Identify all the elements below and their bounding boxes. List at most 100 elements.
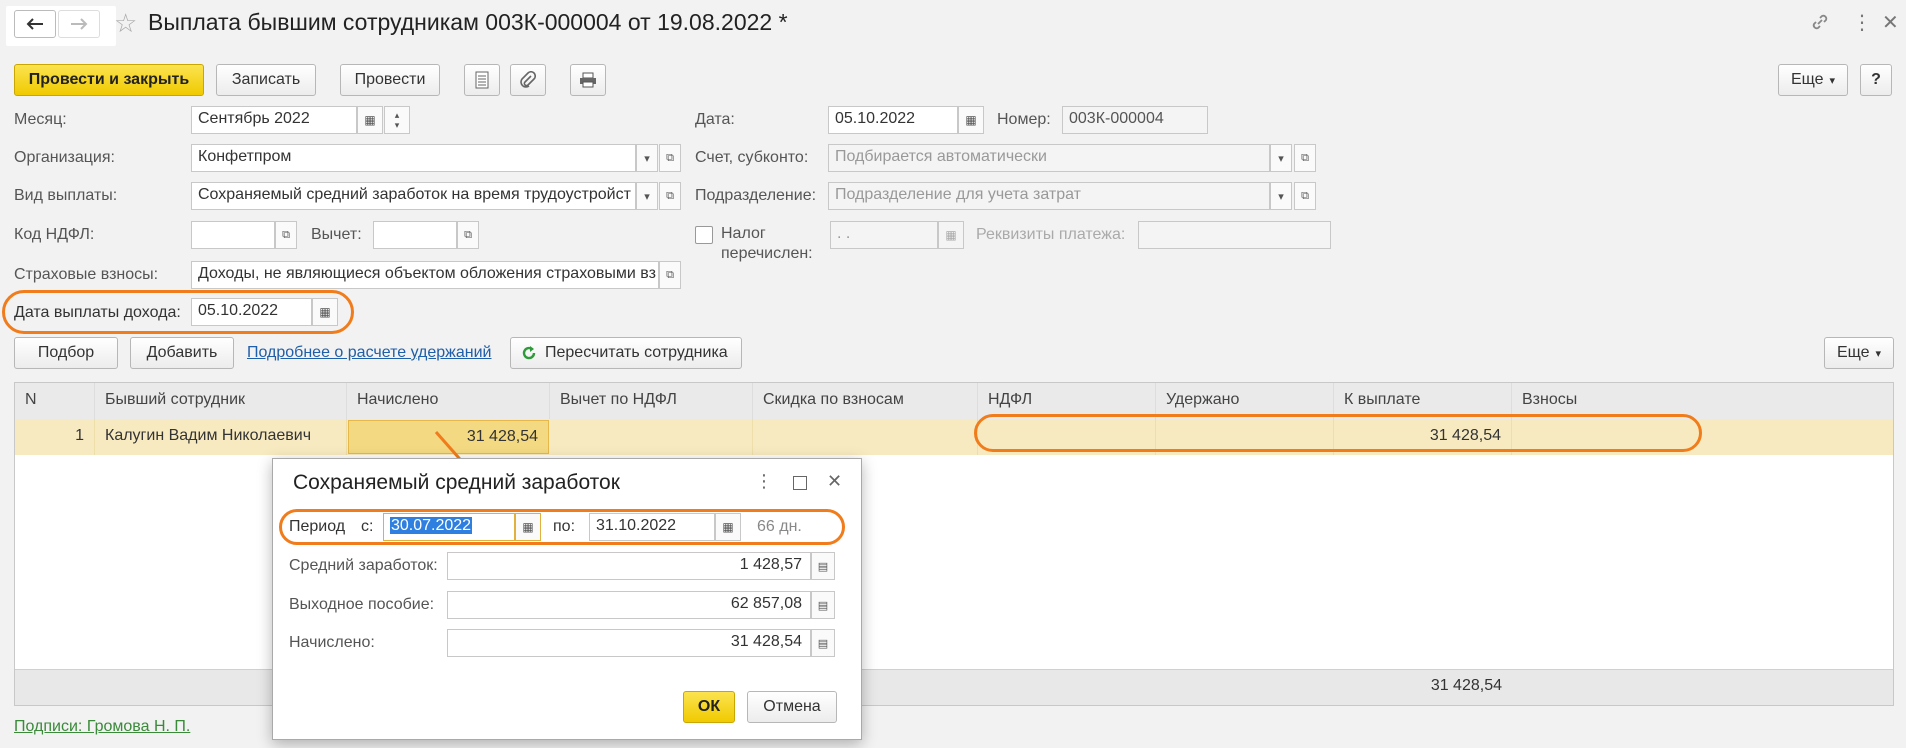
month-field[interactable]: Сентябрь 2022 (191, 106, 357, 134)
ndfl-code-label: Код НДФЛ: (14, 226, 95, 243)
cell-n[interactable]: 1 (15, 419, 95, 455)
post-button[interactable]: Провести (340, 64, 440, 96)
retention-details-link[interactable]: Подробнее о расчете удержаний (247, 344, 492, 362)
cancel-button[interactable]: Отмена (747, 691, 837, 723)
dialog-accrued-label: Начислено: (289, 634, 375, 651)
income-date-field[interactable]: 05.10.2022 (191, 298, 312, 326)
calendar-icon[interactable]: ▦ (515, 513, 541, 541)
dialog-close-icon[interactable]: ✕ (827, 471, 842, 492)
tax-paid-date-field[interactable]: . . (830, 221, 938, 249)
period-from-value: 30.07.2022 (390, 517, 473, 534)
open-icon[interactable]: ⧉ (659, 261, 681, 289)
period-label: Период (289, 518, 346, 535)
payment-details-label: Реквизиты платежа: (976, 226, 1126, 243)
recalculate-label: Пересчитать сотрудника (545, 344, 728, 361)
organization-field[interactable]: Конфетпром (191, 144, 636, 172)
close-icon[interactable]: ✕ (1882, 10, 1899, 35)
column-header-contribution-discount[interactable]: Скидка по взносам (753, 383, 978, 419)
more-menu-icon[interactable]: ⋮ (1852, 10, 1872, 35)
print-button[interactable] (570, 64, 606, 96)
maximize-icon[interactable] (793, 476, 807, 490)
help-button[interactable]: ? (1860, 64, 1892, 96)
income-date-label: Дата выплаты дохода: (14, 304, 181, 321)
favorite-star-icon[interactable]: ☆ (114, 10, 137, 36)
account-field[interactable]: Подбирается автоматически (828, 144, 1270, 172)
chevron-down-icon: ▾ (1875, 347, 1882, 360)
number-label: Номер: (997, 111, 1051, 128)
paperclip-icon (520, 71, 536, 88)
dropdown-arrow-icon[interactable]: ▾ (636, 182, 658, 210)
period-to-field[interactable]: 31.10.2022 (589, 513, 715, 541)
period-from-field[interactable]: 30.07.2022 (383, 513, 515, 541)
organization-label: Организация: (14, 149, 115, 166)
dialog-accrued-field[interactable]: 31 428,54 (447, 629, 811, 657)
cell-contribution-discount[interactable] (753, 419, 978, 455)
column-header-ndfl-deduction[interactable]: Вычет по НДФЛ (550, 383, 753, 419)
calendar-icon[interactable]: ▦ (312, 298, 338, 326)
dropdown-arrow-icon[interactable]: ▾ (1270, 182, 1292, 210)
calendar-icon[interactable]: ▦ (958, 106, 984, 134)
calculator-icon[interactable]: ▤ (811, 629, 835, 657)
ok-button[interactable]: ОК (683, 691, 735, 723)
average-earnings-dialog: Сохраняемый средний заработок ⋮ ✕ Период… (272, 458, 862, 740)
attach-button[interactable] (510, 64, 546, 96)
column-header-employee[interactable]: Бывший сотрудник (95, 383, 347, 419)
payment-type-label: Вид выплаты: (14, 187, 118, 204)
ndfl-code-field[interactable] (191, 221, 275, 249)
deduction-field[interactable] (373, 221, 457, 249)
printer-icon (580, 72, 596, 88)
dropdown-arrow-icon[interactable]: ▾ (636, 144, 658, 172)
table-more-button[interactable]: Еще ▾ (1824, 337, 1894, 369)
deduction-label: Вычет: (311, 226, 362, 243)
open-icon[interactable]: ⧉ (659, 182, 681, 210)
link-icon[interactable] (1810, 12, 1830, 38)
month-label: Месяц: (14, 111, 67, 128)
tax-paid-label-line-2: перечислен: (721, 245, 813, 262)
insurance-field[interactable]: Доходы, не являющиеся объектом обложения… (191, 261, 659, 289)
tax-paid-label: Налог перечислен: (721, 224, 813, 264)
severance-field[interactable]: 62 857,08 (447, 591, 811, 619)
open-icon[interactable]: ⧉ (1294, 144, 1316, 172)
refresh-icon (522, 346, 536, 360)
month-stepper[interactable]: ▴ ▾ (384, 106, 410, 134)
tax-paid-checkbox[interactable] (695, 226, 713, 244)
payment-details-field[interactable] (1138, 221, 1331, 249)
cell-ndfl-deduction[interactable] (550, 419, 753, 455)
period-from-label: с: (361, 518, 374, 535)
date-field[interactable]: 05.10.2022 (828, 106, 958, 134)
open-icon[interactable]: ⧉ (659, 144, 681, 172)
calculator-icon[interactable]: ▤ (811, 552, 835, 580)
recalculate-employee-button[interactable]: Пересчитать сотрудника (510, 337, 742, 369)
department-label: Подразделение: (695, 187, 817, 204)
open-icon[interactable]: ⧉ (1294, 182, 1316, 210)
period-days: 66 дн. (757, 518, 802, 535)
open-icon[interactable]: ⧉ (457, 221, 479, 249)
dialog-menu-icon[interactable]: ⋮ (755, 471, 773, 492)
dialog-title: Сохраняемый средний заработок (293, 471, 620, 494)
select-button[interactable]: Подбор (14, 337, 118, 369)
number-field[interactable]: 003К-000004 (1062, 106, 1208, 134)
post-and-close-button[interactable]: Провести и закрыть (14, 64, 204, 96)
signatures-link[interactable]: Подписи: Громова Н. П. (14, 718, 190, 736)
calendar-icon[interactable]: ▦ (938, 221, 964, 249)
open-icon[interactable]: ⧉ (275, 221, 297, 249)
calculator-icon[interactable]: ▤ (811, 591, 835, 619)
more-button[interactable]: Еще ▾ (1778, 64, 1848, 96)
forward-button[interactable] (58, 10, 100, 38)
back-button[interactable] (14, 10, 56, 38)
report-button[interactable] (464, 64, 500, 96)
department-field[interactable]: Подразделение для учета затрат (828, 182, 1270, 210)
payment-type-field[interactable]: Сохраняемый средний заработок на время т… (191, 182, 636, 210)
average-earnings-field[interactable]: 1 428,57 (447, 552, 811, 580)
period-to-label: по: (553, 518, 576, 535)
calendar-icon[interactable]: ▦ (715, 513, 741, 541)
cell-employee[interactable]: Калугин Вадим Николаевич (95, 419, 347, 455)
add-button[interactable]: Добавить (130, 337, 234, 369)
column-header-accrued[interactable]: Начислено (347, 383, 550, 419)
calendar-icon[interactable]: ▦ (357, 106, 383, 134)
arrow-right-icon (71, 18, 88, 30)
column-header-n[interactable]: N (15, 383, 95, 419)
account-label: Счет, субконто: (695, 149, 809, 166)
save-button[interactable]: Записать (216, 64, 316, 96)
dropdown-arrow-icon[interactable]: ▾ (1270, 144, 1292, 172)
